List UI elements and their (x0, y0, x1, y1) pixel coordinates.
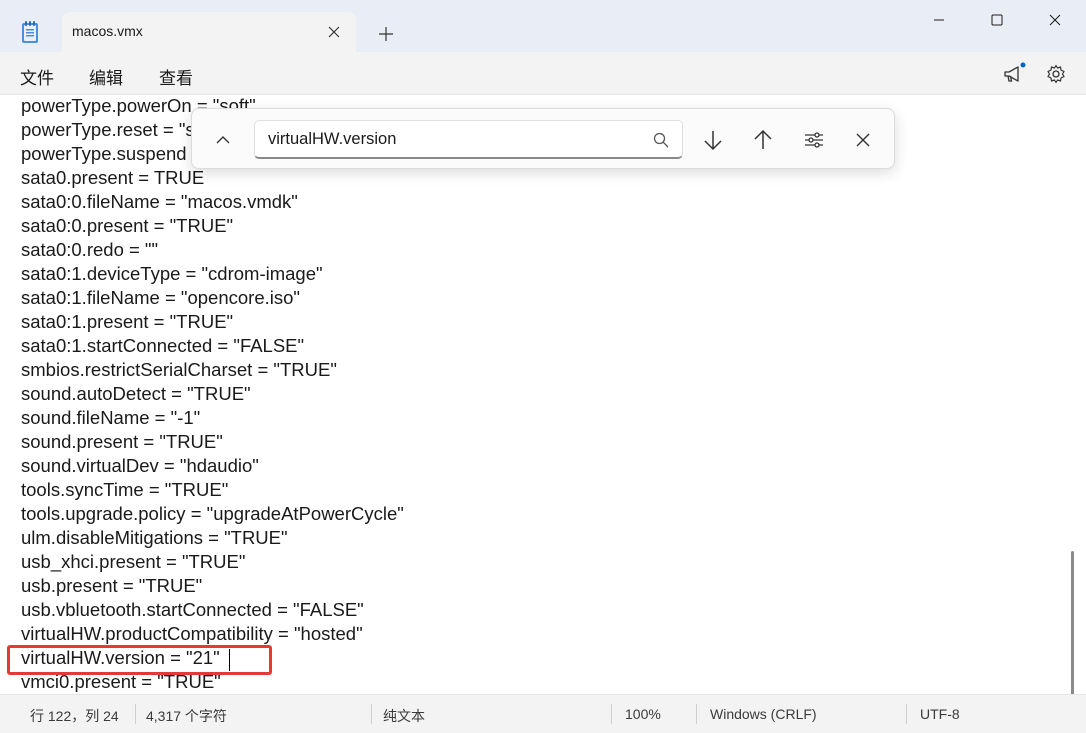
text-line[interactable]: sound.autoDetect = "TRUE" (21, 382, 404, 406)
text-line[interactable]: sata0:0.redo = "" (21, 238, 404, 262)
find-panel: virtualHW.version (191, 108, 895, 169)
filter-options-icon (805, 132, 823, 148)
text-line[interactable]: tools.syncTime = "TRUE" (21, 478, 404, 502)
menu-view[interactable]: 查看 (159, 64, 193, 89)
text-line[interactable]: sound.virtualDev = "hdaudio" (21, 454, 404, 478)
status-separator (906, 704, 907, 724)
close-icon (1049, 14, 1061, 26)
text-line[interactable]: virtualHW.productCompatibility = "hosted… (21, 622, 404, 646)
text-line[interactable]: sound.fileName = "-1" (21, 406, 404, 430)
vertical-scrollbar[interactable] (1071, 551, 1074, 694)
minimize-button[interactable] (910, 0, 968, 40)
notepad-icon (20, 20, 40, 44)
text-editor[interactable]: powerType.powerOn = "soft" powerType.rese… (0, 94, 1086, 694)
text-line[interactable]: sata0:0.present = "TRUE" (21, 214, 404, 238)
encoding[interactable]: UTF-8 (920, 706, 960, 722)
maximize-icon (991, 14, 1003, 26)
menu-file[interactable]: 文件 (20, 64, 54, 89)
text-line[interactable]: ulm.disableMitigations = "TRUE" (21, 526, 404, 550)
text-line[interactable]: sound.present = "TRUE" (21, 430, 404, 454)
find-input[interactable]: virtualHW.version (254, 120, 683, 159)
text-line[interactable]: usb.present = "TRUE" (21, 574, 404, 598)
maximize-button[interactable] (968, 0, 1026, 40)
line-ending[interactable]: Windows (CRLF) (710, 706, 817, 722)
search-icon[interactable] (652, 131, 670, 149)
text-line[interactable]: sata0:1.present = "TRUE" (21, 310, 404, 334)
text-caret (229, 649, 230, 671)
zoom-level[interactable]: 100% (625, 706, 661, 722)
megaphone-icon (1004, 62, 1026, 82)
text-line[interactable]: sata0:0.fileName = "macos.vmdk" (21, 190, 404, 214)
status-separator (611, 704, 612, 724)
menu-edit[interactable]: 编辑 (89, 64, 123, 89)
status-separator (696, 704, 697, 724)
close-window-button[interactable] (1026, 0, 1084, 40)
text-line[interactable]: sata0:1.deviceType = "cdrom-image" (21, 262, 404, 286)
tab-macos-vmx[interactable]: macos.vmx (62, 12, 356, 52)
close-find-button[interactable] (849, 126, 877, 154)
new-tab-button[interactable] (372, 20, 400, 48)
close-icon (856, 133, 870, 147)
menu-bar: 文件 编辑 查看 (0, 52, 1086, 94)
arrow-down-icon (704, 131, 722, 151)
arrow-up-icon (754, 129, 772, 149)
find-options-button[interactable] (800, 126, 828, 154)
title-bar: macos.vmx (0, 0, 1086, 52)
status-bar: 行 122，列 24 4,317 个字符 纯文本 100% Windows (C… (0, 694, 1086, 733)
text-line[interactable]: usb_xhci.present = "TRUE" (21, 550, 404, 574)
text-format: 纯文本 (383, 708, 425, 724)
toggle-replace-button[interactable] (210, 127, 236, 153)
minimize-icon (934, 19, 944, 21)
status-separator (371, 704, 372, 724)
notification-dot (1020, 62, 1026, 68)
annotation-highlight-box (7, 645, 272, 675)
character-count: 4,317 个字符 (146, 708, 227, 724)
find-next-button[interactable] (699, 126, 727, 154)
status-separator (135, 704, 136, 724)
chevron-up-icon (216, 136, 230, 144)
feedback-button[interactable] (1002, 62, 1026, 86)
editor-content[interactable]: powerType.powerOn = "soft" powerType.rese… (21, 95, 404, 694)
text-line[interactable]: usb.vbluetooth.startConnected = "FALSE" (21, 598, 404, 622)
text-line[interactable]: sata0:1.fileName = "opencore.iso" (21, 286, 404, 310)
text-line[interactable]: tools.upgrade.policy = "upgradeAtPowerCy… (21, 502, 404, 526)
close-icon (328, 26, 340, 38)
find-input-value: virtualHW.version (268, 130, 397, 148)
text-line[interactable]: sata0:1.startConnected = "FALSE" (21, 334, 404, 358)
settings-button[interactable] (1044, 62, 1068, 86)
text-line[interactable]: smbios.restrictSerialCharset = "TRUE" (21, 358, 404, 382)
find-previous-button[interactable] (749, 126, 777, 154)
plus-icon (379, 27, 393, 41)
tab-title: macos.vmx (72, 23, 143, 39)
gear-icon (1047, 64, 1065, 84)
cursor-position: 行 122，列 24 (30, 708, 119, 724)
close-tab-button[interactable] (322, 20, 346, 44)
text-line[interactable]: sata0.present = TRUE (21, 166, 404, 190)
